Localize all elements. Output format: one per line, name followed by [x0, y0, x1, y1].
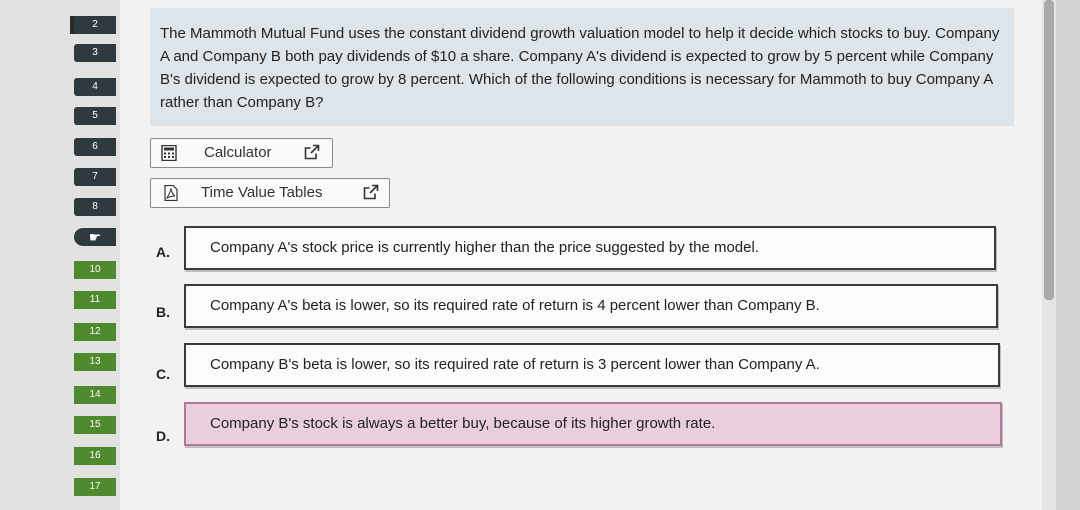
- nav-item-4[interactable]: 4: [74, 78, 116, 96]
- nav-item-12[interactable]: 12: [74, 323, 116, 341]
- external-link-icon: [363, 184, 379, 200]
- calculator-label: Calculator: [204, 144, 272, 161]
- nav-item-5[interactable]: 5: [74, 107, 116, 125]
- option-b-text: Company A's beta is lower, so its requir…: [210, 297, 820, 314]
- scrollbar-thumb[interactable]: [1044, 0, 1054, 300]
- nav-item-17[interactable]: 17: [74, 478, 116, 496]
- nav-item-current[interactable]: ☛: [74, 228, 116, 246]
- nav-item-14[interactable]: 14: [74, 386, 116, 404]
- nav-item-6[interactable]: 6: [74, 138, 116, 156]
- option-c[interactable]: Company B's beta is lower, so its requir…: [184, 343, 1000, 387]
- option-d-letter: D.: [156, 428, 170, 444]
- pdf-icon: [164, 185, 178, 201]
- option-b[interactable]: Company A's beta is lower, so its requir…: [184, 284, 998, 328]
- option-d-text: Company B's stock is always a better buy…: [210, 415, 716, 432]
- option-a-text: Company A's stock price is currently hig…: [210, 239, 759, 256]
- screen-edge: [1056, 0, 1080, 510]
- option-c-letter: C.: [156, 366, 170, 382]
- external-link-icon: [304, 144, 320, 160]
- nav-item-16[interactable]: 16: [74, 447, 116, 465]
- option-d[interactable]: Company B's stock is always a better buy…: [184, 402, 1002, 446]
- nav-item-2[interactable]: 2: [74, 16, 116, 34]
- pointer-hand-icon: ☛: [88, 229, 102, 245]
- nav-item-15[interactable]: 15: [74, 416, 116, 434]
- time-value-tables-button[interactable]: Time Value Tables: [150, 178, 390, 208]
- nav-item-8[interactable]: 8: [74, 198, 116, 216]
- nav-item-7[interactable]: 7: [74, 168, 116, 186]
- nav-item-13[interactable]: 13: [74, 353, 116, 371]
- option-c-text: Company B's beta is lower, so its requir…: [210, 356, 820, 373]
- nav-item-11[interactable]: 11: [74, 291, 116, 309]
- option-b-letter: B.: [156, 304, 170, 320]
- question-navigator: 2 3 4 5 6 7 8 ☛ 10 11 12 13 14 15 16 17: [0, 0, 120, 510]
- option-a-letter: A.: [156, 244, 170, 260]
- calculator-icon: [161, 145, 177, 161]
- time-value-tables-label: Time Value Tables: [201, 184, 323, 201]
- question-box: The Mammoth Mutual Fund uses the constan…: [150, 8, 1014, 126]
- calculator-button[interactable]: Calculator: [150, 138, 333, 168]
- option-a[interactable]: Company A's stock price is currently hig…: [184, 226, 996, 270]
- nav-item-10[interactable]: 10: [74, 261, 116, 279]
- question-text: The Mammoth Mutual Fund uses the constan…: [160, 25, 1000, 111]
- nav-item-3[interactable]: 3: [74, 44, 116, 62]
